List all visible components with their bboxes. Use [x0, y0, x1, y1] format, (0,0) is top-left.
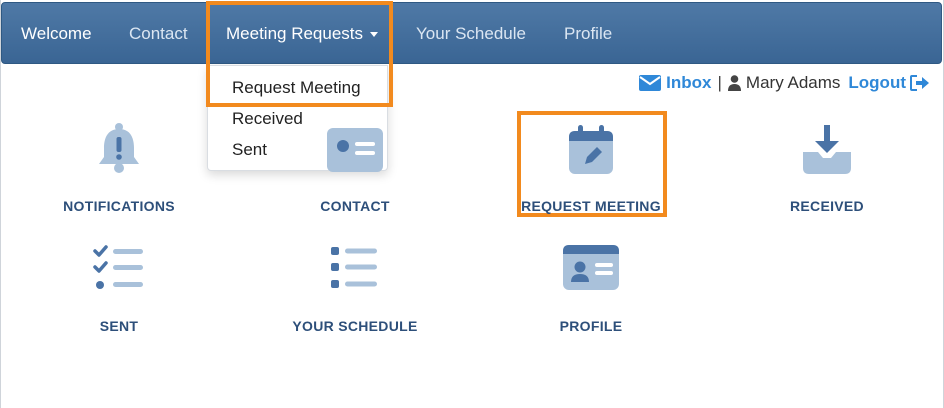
tile-contact[interactable]: CONTACT [255, 122, 455, 232]
tile-received[interactable]: RECEIVED [727, 122, 927, 232]
checklist-icon [93, 245, 143, 289]
nav-brand-welcome[interactable]: Welcome [21, 3, 92, 65]
logout-label: Logout [848, 73, 906, 92]
tile-label-request-meeting: REQUEST MEETING [521, 198, 661, 214]
dropdown-item-request-meeting[interactable]: Request Meeting [232, 78, 361, 98]
tile-label-received: RECEIVED [790, 198, 864, 214]
user-bar: Inbox | Mary Adams Logout [639, 72, 930, 94]
logout-link[interactable]: Logout [848, 73, 930, 93]
nav-item-profile[interactable]: Profile [564, 3, 612, 65]
tile-label-notifications: NOTIFICATIONS [63, 198, 175, 214]
user-name: Mary Adams [745, 73, 841, 92]
nav-item-your-schedule[interactable]: Your Schedule [416, 3, 526, 65]
tile-label-your-schedule: YOUR SCHEDULE [292, 318, 418, 334]
caret-down-icon [370, 32, 379, 38]
inbox-download-icon [803, 125, 851, 174]
contact-card-icon [327, 128, 383, 172]
inbox-link[interactable]: Inbox [639, 73, 712, 93]
tile-sent[interactable]: SENT [19, 242, 219, 352]
list-icon [331, 247, 377, 288]
user-icon [727, 75, 741, 91]
tile-notifications[interactable]: NOTIFICATIONS [19, 122, 219, 232]
tile-label-sent: SENT [99, 318, 139, 334]
tile-label-profile: PROFILE [559, 318, 623, 334]
calendar-edit-icon [569, 125, 613, 174]
tile-profile[interactable]: PROFILE [491, 242, 691, 352]
nav-item-contact[interactable]: Contact [129, 3, 188, 65]
userbar-separator: | [717, 73, 722, 92]
nav-item-meeting-requests[interactable]: Meeting Requests [226, 3, 379, 65]
envelope-icon [639, 75, 662, 91]
inbox-label: Inbox [666, 73, 712, 92]
id-card-icon [563, 245, 619, 290]
sign-out-icon [910, 75, 929, 91]
top-navbar: Welcome Contact Meeting Requests Your Sc… [1, 2, 942, 64]
tile-label-contact: CONTACT [320, 198, 390, 214]
nav-item-meeting-requests-label: Meeting Requests [226, 24, 364, 43]
bell-icon [99, 123, 139, 173]
tile-request-meeting[interactable]: REQUEST MEETING [491, 122, 691, 232]
tile-your-schedule[interactable]: YOUR SCHEDULE [255, 242, 455, 352]
